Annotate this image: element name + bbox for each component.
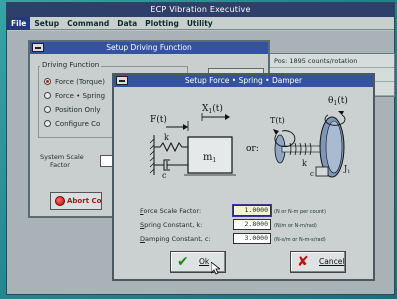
rotary-damper-label: c	[310, 170, 314, 178]
unit-label: (N or N-m per count)	[274, 208, 326, 215]
angle-label: θ1(t)	[328, 95, 348, 107]
x-icon: ✘	[297, 254, 309, 270]
app-title: ECP Vibration Executive	[7, 3, 394, 17]
unit-label: (N/m or N-m/rad)	[274, 222, 317, 229]
mouse-pointer-icon	[211, 262, 220, 275]
system-scale-label: System Scale Factor	[40, 153, 84, 169]
readout-position: Pos: 1895 counts/rotation	[270, 54, 394, 68]
radio-selected-icon	[44, 78, 51, 85]
torsion-spring-label: k	[302, 159, 307, 168]
inertia-label: J1	[343, 164, 350, 175]
menu-file[interactable]: File	[7, 17, 31, 30]
field-label: Spring Constant, k:	[140, 220, 203, 229]
window-title: Setup Driving Function	[106, 43, 192, 52]
field-label: Force Scale Factor:	[140, 206, 202, 215]
abort-control-button[interactable]: Abort Control	[50, 192, 102, 210]
window-title-bar[interactable]: Setup Force • Spring • Damper	[114, 75, 373, 87]
damping-constant-input[interactable]: 3.0000	[233, 233, 271, 244]
radio-force-torque[interactable]: Force (Torque)	[44, 78, 105, 86]
radio-force-spring[interactable]: Force • Spring	[44, 92, 105, 100]
stop-icon	[55, 196, 65, 206]
window-title: Setup Force • Spring • Damper	[184, 76, 303, 85]
field-label: Damping Constant, c:	[140, 234, 211, 243]
damping-constant-row: Damping Constant, c: 3.0000 (N-s/m or N-m-…	[140, 233, 326, 244]
menu-setup[interactable]: Setup	[30, 17, 63, 30]
radio-icon	[44, 106, 51, 113]
menu-bar: File Setup Command Data Plotting Utility	[7, 17, 394, 30]
or-label: or:	[246, 144, 259, 154]
radio-configure[interactable]: Configure Co	[44, 120, 100, 128]
cancel-button[interactable]: ✘ Cancel	[290, 251, 346, 273]
radio-icon	[44, 120, 51, 127]
window-title-bar[interactable]: Setup Driving Function	[30, 42, 268, 54]
system-menu-icon[interactable]	[116, 76, 128, 85]
torque-label: T(t)	[270, 116, 285, 125]
radio-position-only[interactable]: Position Only	[44, 106, 101, 114]
force-label: F(t)	[150, 114, 167, 125]
menu-utility[interactable]: Utility	[183, 17, 217, 30]
spring-constant-input[interactable]: 2.8000	[233, 219, 271, 230]
group-label: Driving Function	[40, 61, 102, 69]
displacement-label: X1(t)	[202, 103, 223, 115]
checkmark-icon: ✔	[177, 254, 189, 270]
unit-label: (N-s/m or N-m-s/rad)	[274, 236, 326, 243]
mass-spring-damper-diagram: F(t) X1(t) k c m1 or: T(t) θ1(t) k c J1	[149, 95, 350, 179]
damper-label: c	[162, 171, 167, 179]
menu-data[interactable]: Data	[113, 17, 141, 30]
setup-force-spring-damper-dialog: Setup Force • Spring • Damper F(t) X1(t)…	[112, 73, 375, 281]
menu-plotting[interactable]: Plotting	[141, 17, 183, 30]
spring-constant-row: Spring Constant, k: 2.8000 (N/m or N-m/rad…	[140, 219, 317, 230]
radio-icon	[44, 92, 51, 99]
menu-command[interactable]: Command	[63, 17, 113, 30]
spring-label: k	[164, 133, 169, 142]
force-scale-input[interactable]: 1.0000	[232, 204, 272, 217]
system-menu-icon[interactable]	[32, 43, 44, 52]
force-scale-factor-row: Force Scale Factor: 1.0000 (N or N-m per c…	[140, 204, 326, 217]
